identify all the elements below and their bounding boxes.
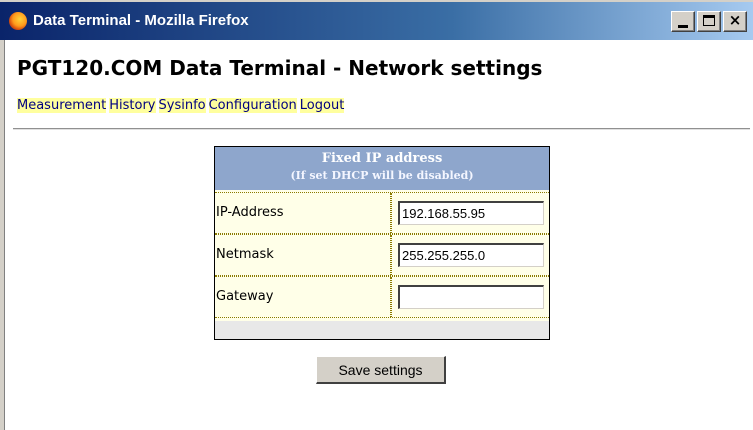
maximize-button[interactable] [697,11,721,32]
nav-link-configuration[interactable]: Configuration [208,98,297,113]
panel-header: Fixed IP address (If set DHCP will be di… [215,147,549,190]
netmask-label: Netmask [215,235,391,275]
page-content: PGT120.COM Data Terminal - Network setti… [4,40,753,430]
firefox-logo-icon [9,12,27,30]
ip-address-label: IP-Address [215,193,391,233]
nav-link-sysinfo[interactable]: Sysinfo [158,98,206,113]
window-controls: × [671,11,747,32]
gateway-cell [391,277,549,317]
panel-footer [215,321,549,339]
ip-address-input[interactable] [398,201,544,225]
window-title: Data Terminal - Mozilla Firefox [33,12,249,29]
close-button[interactable]: × [723,11,747,32]
browser-window: Data Terminal - Mozilla Firefox × PGT120… [0,0,753,430]
minimize-button[interactable] [671,11,695,32]
page-title: PGT120.COM Data Terminal - Network setti… [17,56,543,80]
ip-address-row: IP-Address [215,192,549,234]
panel-subheading: (If set DHCP will be disabled) [290,169,474,182]
divider [13,128,750,130]
nav-links: Measurement History Sysinfo Configuration Lo… [17,98,347,113]
maximize-icon [703,15,715,26]
gateway-row: Gateway [215,276,549,318]
netmask-row: Netmask [215,234,549,276]
save-settings-button[interactable]: Save settings [316,356,446,384]
netmask-input[interactable] [398,243,544,267]
nav-link-history[interactable]: History [109,98,156,113]
minimize-icon [678,25,688,28]
netmask-cell [391,235,549,275]
gateway-input[interactable] [398,285,544,309]
nav-link-measurement[interactable]: Measurement [17,98,107,113]
panel-heading: Fixed IP address [321,151,443,166]
gateway-label: Gateway [215,277,391,317]
nav-link-logout[interactable]: Logout [299,98,345,113]
ip-settings-panel: Fixed IP address (If set DHCP will be di… [214,146,550,340]
ip-address-cell [391,193,549,233]
close-icon: × [728,11,742,29]
title-bar[interactable]: Data Terminal - Mozilla Firefox × [0,0,753,40]
